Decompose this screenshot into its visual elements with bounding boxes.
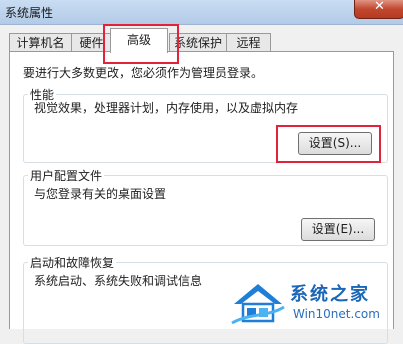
- watermark-brand: 系统之家: [290, 284, 370, 305]
- user-profiles-group-title: 用户配置文件: [28, 167, 105, 184]
- user-profiles-settings-button[interactable]: 设置(E)...: [301, 218, 375, 241]
- title-bar: 系统属性: [0, 0, 403, 25]
- close-button[interactable]: ✕: [354, 0, 403, 19]
- window-title: 系统属性: [5, 6, 54, 20]
- watermark: 系统之家 Win10net.com: [230, 277, 403, 328]
- house-logo-icon: [231, 284, 285, 325]
- user-profiles-description: 与您登录有关的桌面设置: [34, 187, 167, 201]
- tab-remote[interactable]: 远程: [226, 33, 271, 52]
- startup-recovery-description: 系统启动、系统失败和调试信息: [34, 274, 203, 288]
- admin-note: 要进行大多数更改，您必须作为管理员登录。: [23, 66, 264, 80]
- tab-advanced[interactable]: 高级: [110, 28, 168, 53]
- performance-settings-button[interactable]: 设置(S)...: [298, 132, 372, 155]
- tab-hardware[interactable]: 硬件: [71, 33, 112, 52]
- watermark-url: Win10net.com: [293, 307, 380, 321]
- performance-description: 视觉效果，处理器计划，内存使用，以及虚拟内存: [34, 101, 299, 115]
- startup-recovery-group-title: 启动和故障恢复: [28, 254, 117, 271]
- tab-computer-name[interactable]: 计算机名: [9, 33, 72, 52]
- tab-system-protection[interactable]: 系统保护: [169, 33, 227, 52]
